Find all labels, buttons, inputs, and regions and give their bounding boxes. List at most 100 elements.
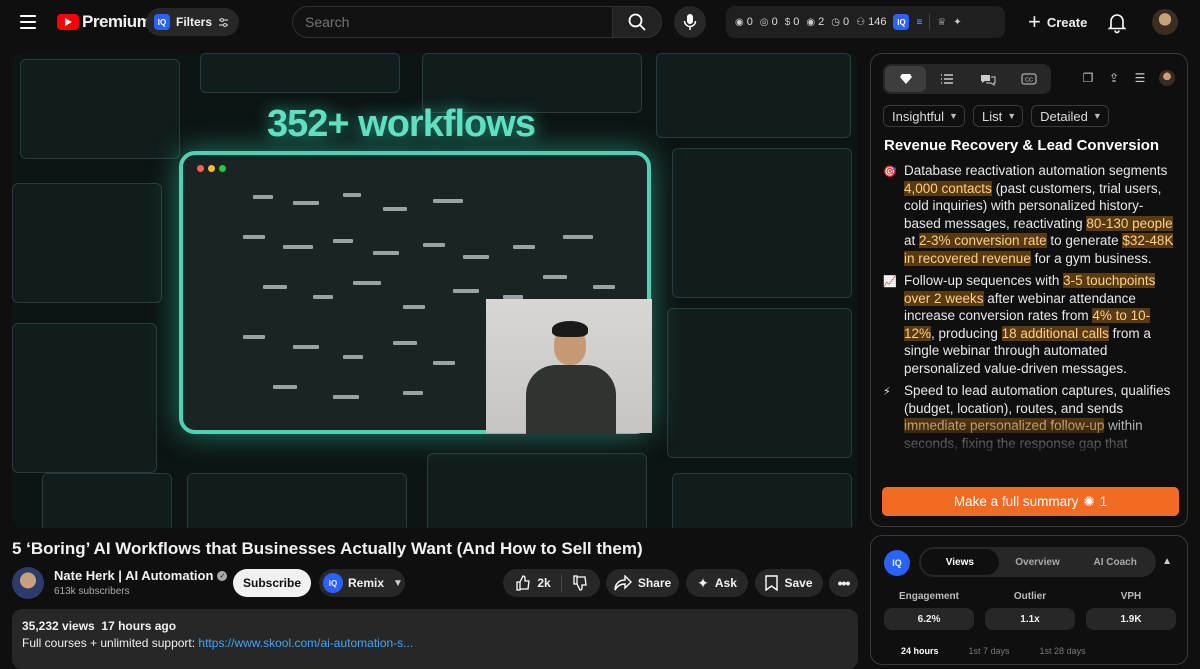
summary-heading: Revenue Recovery & Lead Conversion <box>884 137 1160 154</box>
chevron-up-icon[interactable]: ▲ <box>1162 556 1172 567</box>
bg-tile <box>200 53 400 93</box>
filters-label: Filters <box>176 15 213 29</box>
bg-tile <box>656 53 851 138</box>
plus-icon: + <box>1028 9 1041 34</box>
chevron-down-icon: ▼ <box>393 577 403 589</box>
settings-sliders-icon[interactable]: ☰ <box>1133 71 1147 85</box>
menu-icon[interactable] <box>14 10 42 34</box>
remix-button[interactable]: IQ Remix ▼ <box>319 569 405 597</box>
save-button[interactable]: Save <box>755 569 823 597</box>
tab-24-hours[interactable]: 24 hours <box>901 646 939 656</box>
iq-icon[interactable]: IQ <box>884 550 910 576</box>
bg-tile <box>187 473 407 528</box>
dollar-icon: $ <box>784 16 791 28</box>
share-button[interactable]: Share <box>606 569 679 597</box>
account-avatar[interactable] <box>1152 9 1178 35</box>
voice-search-button[interactable] <box>674 6 706 38</box>
create-button[interactable]: + Create <box>1018 6 1097 38</box>
tab-first-28-days[interactable]: 1st 28 days <box>1040 646 1086 656</box>
channel-avatar[interactable] <box>12 567 44 599</box>
presenter-webcam <box>486 299 652 435</box>
eye-icon: ◉ <box>735 16 744 28</box>
style-dropdown[interactable]: Insightful ▼ <box>883 105 965 127</box>
notifications-bell-icon[interactable] <box>1105 10 1129 34</box>
bg-tile <box>42 473 172 528</box>
stat-time: ◷ 0 <box>831 16 850 28</box>
summary-options: Insightful ▼ List ▼ Detailed ▼ <box>883 105 1109 127</box>
summary-tools: ❐ ⇪ ☰ <box>1081 70 1175 86</box>
thumbs-down-icon[interactable] <box>572 575 588 591</box>
summary-bullets: 🎯 Database reactivation automation segmen… <box>883 162 1179 474</box>
top-bar: Premium IN IQ Filters ◉0 ◎0 $0 ◉2 ◷0 ⚇14… <box>0 0 1200 44</box>
thumbs-up-icon <box>516 575 531 591</box>
subscriber-count: 613k subscribers <box>54 586 130 597</box>
iq-icon: IQ <box>323 573 343 593</box>
stat-watch: ◎ 0 <box>759 16 778 28</box>
mic-icon <box>683 14 697 30</box>
search-icon <box>628 13 646 31</box>
tab-insights[interactable] <box>885 66 926 92</box>
bg-tile <box>12 183 162 303</box>
channel-name[interactable]: Nate Herk | AI Automation ✓ <box>54 568 228 583</box>
sliders-icon <box>219 17 229 27</box>
highlighted-text: immediate personalized follow-up <box>904 418 1105 433</box>
diamond-icon <box>899 74 912 84</box>
bullet-text: at <box>904 233 920 248</box>
bg-tile <box>672 148 852 298</box>
ask-button[interactable]: ✦ Ask <box>686 569 748 597</box>
subscribe-button[interactable]: Subscribe <box>233 569 311 597</box>
bullet-emoji-icon: 🎯 <box>883 166 897 178</box>
window-controls <box>197 165 226 172</box>
stat-money: $0 <box>784 16 800 28</box>
tab-views[interactable]: Views <box>921 549 999 575</box>
format-dropdown[interactable]: List ▼ <box>972 105 1024 127</box>
summary-bullet: ⚡ Speed to lead automation captures, qual… <box>883 382 1179 452</box>
tab-ai-coach[interactable]: AI Coach <box>1076 549 1154 575</box>
chevron-down-icon: ▼ <box>949 111 958 121</box>
sparkle-icon: ✦ <box>697 574 709 591</box>
tab-captions[interactable]: CC <box>1008 66 1049 92</box>
description-link[interactable]: https://www.skool.com/ai-automation-s... <box>198 636 413 650</box>
iq-icon[interactable]: IQ <box>893 14 910 30</box>
youtube-play-icon <box>57 14 79 30</box>
stat-views: ◉ 0 <box>735 16 753 28</box>
highlighted-text: 2-3% conversion rate <box>919 233 1047 248</box>
more-actions-button[interactable]: ••• <box>829 569 858 597</box>
description-box[interactable]: 35,232 views 17 hours ago Full courses +… <box>12 609 858 669</box>
search-bar <box>292 6 662 38</box>
copy-icon[interactable]: ❐ <box>1081 71 1095 85</box>
tab-first-7-days[interactable]: 1st 7 days <box>969 646 1010 656</box>
highlighted-text: 80-130 people <box>1086 215 1173 231</box>
user-avatar[interactable] <box>1159 70 1175 86</box>
sparkle-icon[interactable]: ✦ <box>953 17 961 28</box>
search-input[interactable] <box>292 6 612 38</box>
bullet-text: to generate <box>1046 233 1123 248</box>
search-button[interactable] <box>612 6 662 38</box>
stats-tabs: Views Overview AI Coach <box>919 547 1156 577</box>
sparkle-icon: ✺ <box>1083 493 1095 509</box>
tab-chat[interactable] <box>967 66 1008 92</box>
filters-button[interactable]: IQ Filters <box>146 8 240 36</box>
tab-overview[interactable]: Overview <box>999 549 1077 575</box>
like-button[interactable]: 2k <box>515 575 551 591</box>
trophy-icon[interactable]: ♕ <box>937 17 946 28</box>
bullet-text: , producing <box>931 325 1002 341</box>
metric-outlier: Outlier 1.1x <box>985 591 1075 630</box>
metric-vph: VPH 1.9K <box>1086 591 1176 630</box>
verified-icon: ✓ <box>217 570 228 581</box>
bg-tile <box>427 453 647 528</box>
extension-stats-bar[interactable]: ◉ 0 ◎ 0 $0 ◉ 2 ◷ 0 ⚇ 146 IQ ≡ ♕ ✦ <box>726 6 1005 38</box>
bookmark-icon <box>765 575 779 591</box>
length-dropdown[interactable]: Detailed ▼ <box>1031 105 1109 127</box>
chevron-down-icon: ▼ <box>1092 111 1102 121</box>
video-player[interactable]: 352+ workflows <box>12 53 858 528</box>
tab-list[interactable] <box>926 66 967 92</box>
notes-icon[interactable]: ≡ <box>916 17 922 28</box>
bullet-emoji-icon: ⚡ <box>883 386 891 398</box>
like-dislike-group: 2k <box>503 569 600 597</box>
description-text: Full courses + unlimited support: https:… <box>22 636 414 650</box>
video-overlay-text: 352+ workflows <box>267 103 536 145</box>
video-stats-panel: IQ Views Overview AI Coach ▲ Engagement … <box>870 535 1188 665</box>
share-icon[interactable]: ⇪ <box>1107 71 1121 85</box>
full-summary-button[interactable]: Make a full summary ✺ 1 <box>882 487 1179 516</box>
